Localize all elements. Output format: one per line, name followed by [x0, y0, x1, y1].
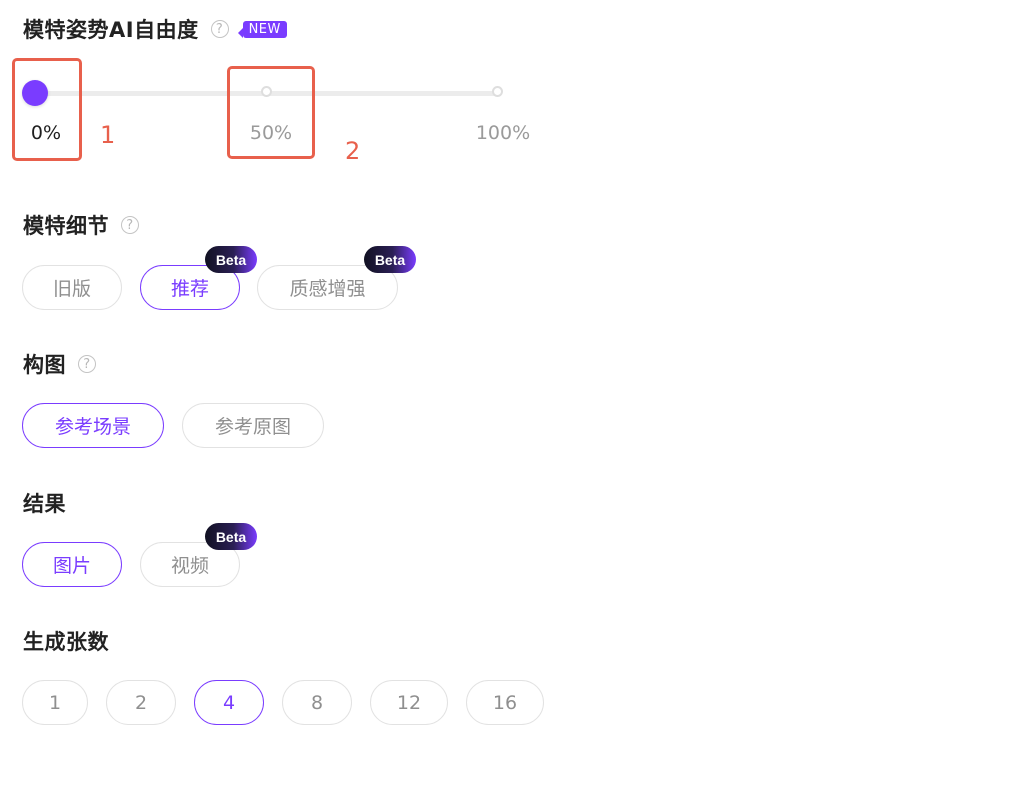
annotation-box-2	[227, 66, 315, 159]
slider-label-100[interactable]: 100%	[476, 122, 530, 144]
image-count-title-text: 生成张数	[23, 630, 109, 654]
model-detail-title: 模特细节 ?	[23, 210, 139, 240]
beta-badge: Beta	[205, 246, 257, 273]
help-icon[interactable]: ?	[210, 20, 229, 38]
composition-option-reference-scene[interactable]: 参考场景	[22, 403, 164, 448]
help-icon[interactable]: ?	[78, 355, 96, 373]
count-option-1[interactable]: 1	[22, 680, 88, 725]
count-option-2[interactable]: 2	[106, 680, 176, 725]
help-icon[interactable]: ?	[121, 216, 139, 234]
count-option-8[interactable]: 8	[282, 680, 352, 725]
count-option-12[interactable]: 12	[370, 680, 448, 725]
composition-title: 构图 ?	[23, 349, 96, 379]
result-title-text: 结果	[23, 492, 66, 516]
image-count-title: 生成张数	[23, 626, 109, 656]
detail-option-legacy[interactable]: 旧版	[22, 265, 122, 310]
annotation-box-1	[12, 58, 82, 161]
slider-stop-100[interactable]	[492, 86, 503, 97]
result-title: 结果	[23, 488, 66, 518]
annotation-number-2: 2	[345, 137, 361, 165]
composition-option-reference-original[interactable]: 参考原图	[182, 403, 324, 448]
model-detail-title-text: 模特细节	[23, 214, 109, 238]
count-option-16[interactable]: 16	[466, 680, 544, 725]
result-option-image[interactable]: 图片	[22, 542, 122, 587]
pose-freedom-title-text: 模特姿势AI自由度	[23, 18, 199, 42]
pose-freedom-title: 模特姿势AI自由度 ? NEW	[23, 14, 287, 44]
beta-badge: Beta	[364, 246, 416, 273]
annotation-number-1: 1	[100, 121, 116, 149]
count-option-4[interactable]: 4	[194, 680, 264, 725]
new-badge: NEW	[237, 20, 287, 38]
composition-title-text: 构图	[23, 353, 66, 377]
beta-badge: Beta	[205, 523, 257, 550]
